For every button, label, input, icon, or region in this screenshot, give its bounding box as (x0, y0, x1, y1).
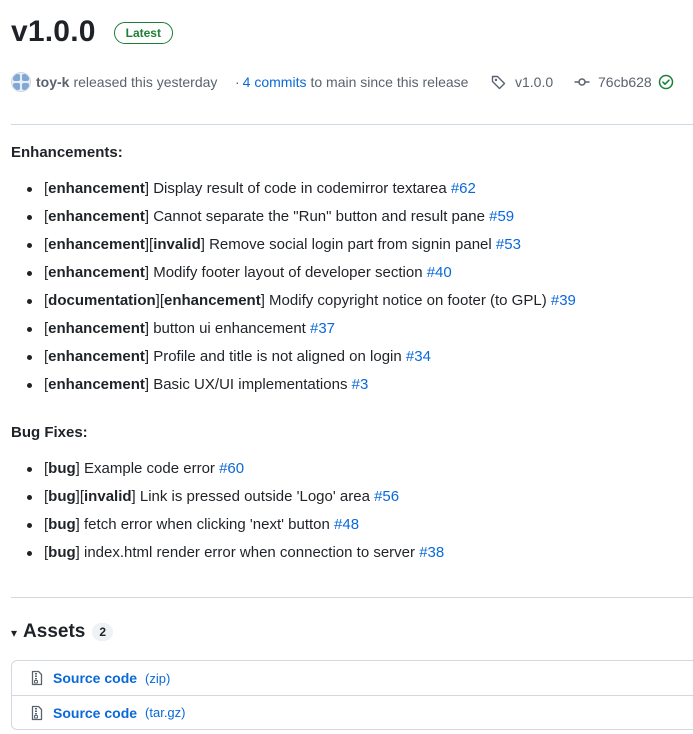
label-bracket: ][ (155, 292, 165, 309)
label-name: enhancement (48, 208, 145, 225)
assets-count: 2 (92, 623, 114, 641)
note-text: button ui enhancement (149, 320, 310, 337)
asset-name[interactable]: Source code (53, 705, 137, 721)
check-circle-icon[interactable] (658, 74, 674, 90)
note-text: Display result of code in codemirror tex… (149, 180, 451, 197)
label-name: enhancement (164, 292, 261, 309)
assets-toggle[interactable]: ▾ Assets 2 (11, 620, 114, 644)
note-text: Remove social login part from signin pan… (204, 236, 496, 253)
commits-suffix: to main since this release (310, 74, 469, 90)
commit-sha: 76cb628 (598, 74, 652, 90)
label-name: bug (48, 488, 76, 505)
note-text: index.html render error when connection … (79, 544, 420, 561)
note-text: Cannot separate the "Run" button and res… (149, 208, 490, 225)
note-text: Basic UX/UI implementations (149, 376, 352, 393)
release-title[interactable]: v1.0.0 (11, 12, 96, 52)
tag-label: v1.0.0 (515, 74, 554, 90)
label-name: invalid (153, 236, 201, 253)
issue-link[interactable]: #3 (352, 376, 369, 393)
commits-separator: · (235, 74, 240, 90)
label-name: enhancement (48, 320, 145, 337)
file-zip-icon (31, 670, 43, 686)
label-name: enhancement (48, 236, 145, 253)
commit-link[interactable]: 76cb628 (574, 70, 674, 94)
asset-ext: (zip) (145, 670, 171, 686)
note-text: fetch error when clicking 'next' button (79, 516, 335, 533)
release-author: toy-k released this yesterday (11, 70, 217, 94)
label-name: enhancement (48, 264, 145, 281)
file-zip-icon (31, 705, 43, 720)
label-bracket: ][ (75, 488, 85, 505)
asset-ext: (tar.gz) (145, 705, 186, 720)
note-text: Profile and title is not aligned on logi… (149, 348, 406, 365)
tag-link[interactable]: v1.0.0 (491, 70, 553, 94)
list-item: [bug] fetch error when clicking 'next' b… (26, 511, 444, 539)
note-text: Modify footer layout of developer sectio… (149, 264, 427, 281)
enhancements-list: [enhancement] Display result of code in … (26, 175, 576, 399)
list-item: [enhancement] Basic UX/UI implementation… (26, 371, 576, 399)
list-item: [enhancement] button ui enhancement #37 (26, 315, 576, 343)
assets-list: Source code (zip) Source code (tar.gz) (11, 660, 693, 730)
label-name: enhancement (48, 376, 145, 393)
label-bracket: ][ (144, 236, 154, 253)
issue-link[interactable]: #37 (310, 320, 335, 337)
triangle-down-icon: ▾ (11, 625, 18, 640)
list-item: [bug] index.html render error when conne… (26, 539, 444, 567)
label-name: bug (48, 516, 76, 533)
assets-title: Assets (23, 621, 86, 642)
divider (11, 597, 693, 598)
list-item: [documentation][enhancement] Modify copy… (26, 287, 576, 315)
git-commit-icon (574, 78, 590, 86)
list-item: [enhancement] Modify footer layout of de… (26, 259, 576, 287)
note-text: Example code error (79, 460, 220, 477)
issue-link[interactable]: #60 (219, 460, 244, 477)
tag-icon (491, 75, 506, 90)
list-item: [bug][invalid] Link is pressed outside '… (26, 483, 444, 511)
release-meta: toy-k released this yesterday · 4 commit… (11, 70, 693, 94)
bug-fixes-list: [bug] Example code error #60 [bug][invali… (26, 455, 444, 567)
list-item: [enhancement] Profile and title is not a… (26, 343, 576, 371)
issue-link[interactable]: #53 (496, 236, 521, 253)
label-name: enhancement (48, 348, 145, 365)
issue-link[interactable]: #56 (374, 488, 399, 505)
author-link[interactable]: toy-k (36, 74, 69, 90)
released-text: released this yesterday (73, 74, 218, 90)
asset-name[interactable]: Source code (53, 670, 137, 686)
label-name: documentation (48, 292, 156, 309)
issue-link[interactable]: #62 (451, 180, 476, 197)
note-text: Link is pressed outside 'Logo' area (135, 488, 375, 505)
label-name: bug (48, 544, 76, 561)
avatar[interactable] (11, 72, 31, 92)
issue-link[interactable]: #48 (334, 516, 359, 533)
issue-link[interactable]: #39 (551, 292, 576, 309)
label-name: bug (48, 460, 76, 477)
asset-row[interactable]: Source code (tar.gz) (12, 695, 693, 729)
latest-badge: Latest (113, 22, 173, 44)
issue-link[interactable]: #34 (406, 348, 431, 365)
list-item: [enhancement] Cannot separate the "Run" … (26, 203, 576, 231)
list-item: [enhancement] Display result of code in … (26, 175, 576, 203)
divider (11, 124, 693, 125)
release-header: v1.0.0 Latest (11, 12, 173, 52)
list-item: [bug] Example code error #60 (26, 455, 444, 483)
bug-fixes-heading: Bug Fixes: (11, 424, 88, 441)
asset-row[interactable]: Source code (zip) (12, 661, 693, 695)
commits-link[interactable]: 4 commits (243, 74, 307, 90)
enhancements-heading: Enhancements: (11, 144, 123, 161)
label-name: enhancement (48, 180, 145, 197)
list-item: [enhancement][invalid] Remove social log… (26, 231, 576, 259)
note-text: Modify copyright notice on footer (to GP… (264, 292, 551, 309)
issue-link[interactable]: #40 (427, 264, 452, 281)
issue-link[interactable]: #38 (419, 544, 444, 561)
label-name: invalid (84, 488, 132, 505)
commits-since: · 4 commits to main since this release (235, 70, 468, 94)
issue-link[interactable]: #59 (489, 208, 514, 225)
